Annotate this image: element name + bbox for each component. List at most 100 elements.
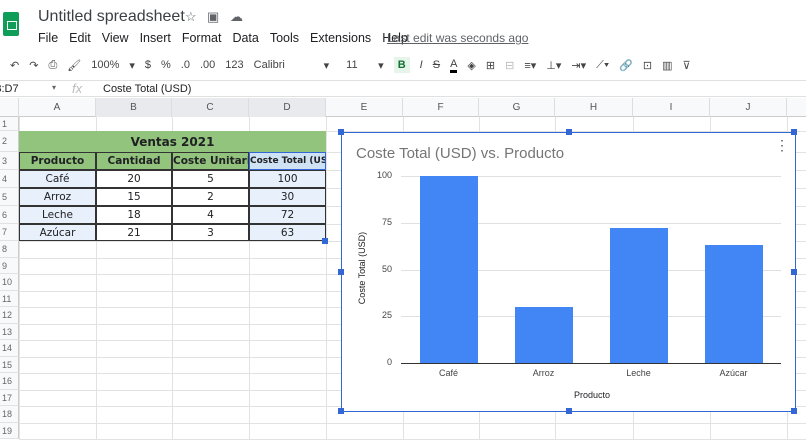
sheets-logo[interactable] — [3, 12, 19, 36]
resize-handle[interactable] — [338, 129, 344, 135]
row-header-1[interactable]: 1 — [0, 117, 19, 131]
column-header-E[interactable]: E — [326, 98, 403, 117]
column-header-H[interactable]: H — [555, 98, 633, 117]
bar-chart[interactable]: Coste Total (USD) vs. Producto ⋮ Coste T… — [338, 129, 797, 414]
resize-handle[interactable] — [791, 269, 797, 275]
row-header-11[interactable]: 11 — [0, 290, 19, 307]
menu-insert[interactable]: Insert — [140, 31, 171, 45]
percent-button[interactable]: % — [161, 59, 171, 71]
selection-handle[interactable] — [322, 238, 328, 244]
row-header-8[interactable]: 8 — [0, 241, 19, 258]
paint-format-icon[interactable]: 🖌 — [67, 59, 81, 72]
table-cell[interactable]: 21 — [96, 224, 172, 241]
table-cell[interactable]: 15 — [96, 188, 172, 206]
row-header-6[interactable]: 6 — [0, 206, 19, 224]
row-header-13[interactable]: 13 — [0, 323, 19, 340]
header-cell[interactable]: Coste Total (USD) — [249, 152, 326, 170]
table-cell[interactable]: 4 — [172, 206, 249, 224]
header-cell[interactable]: Producto — [19, 152, 96, 170]
row-header-10[interactable]: 10 — [0, 274, 19, 291]
more-options-icon[interactable]: ⋮ — [775, 137, 789, 154]
move-folder-icon[interactable]: ▣ — [207, 9, 219, 25]
text-wrap-icon[interactable]: ⇥▾ — [571, 59, 586, 72]
resize-handle[interactable] — [338, 269, 344, 275]
row-header-17[interactable]: 17 — [0, 389, 19, 406]
more-formats-button[interactable]: 123 — [225, 59, 243, 71]
select-all-corner[interactable] — [0, 98, 19, 117]
row-header-9[interactable]: 9 — [0, 257, 19, 274]
table-cell[interactable]: Arroz — [19, 188, 96, 206]
column-header-G[interactable]: G — [479, 98, 555, 117]
header-cell[interactable]: Coste Unitario (USD) — [172, 152, 249, 170]
menu-extensions[interactable]: Extensions — [310, 31, 371, 45]
row-header-16[interactable]: 16 — [0, 373, 19, 390]
chart-icon[interactable]: ▥ — [662, 59, 672, 72]
bold-button[interactable]: B — [393, 57, 410, 73]
table-cell[interactable]: Azúcar — [19, 224, 96, 241]
resize-handle[interactable] — [566, 408, 572, 414]
merge-cells-icon[interactable]: ⊟ — [505, 59, 514, 72]
resize-handle[interactable] — [338, 408, 344, 414]
table-cell[interactable]: 5 — [172, 170, 249, 188]
resize-handle[interactable] — [791, 129, 797, 135]
zoom-select[interactable]: 100% — [91, 59, 119, 71]
undo-icon[interactable]: ↶ — [10, 59, 19, 72]
row-header-14[interactable]: 14 — [0, 340, 19, 357]
borders-icon[interactable]: ⊞ — [486, 59, 495, 72]
column-header-F[interactable]: F — [403, 98, 479, 117]
decrease-decimal-button[interactable]: .0 — [181, 59, 190, 71]
increase-decimal-button[interactable]: .00 — [200, 59, 215, 71]
bar-arroz[interactable] — [514, 306, 573, 363]
table-cell[interactable]: 72 — [249, 206, 326, 224]
fill-color-icon[interactable]: ◈ — [467, 59, 475, 72]
link-icon[interactable]: 🔗 — [619, 59, 633, 72]
row-header-15[interactable]: 15 — [0, 356, 19, 373]
font-select[interactable]: Calibri — [254, 59, 314, 71]
column-header-I[interactable]: I — [633, 98, 710, 117]
column-header-J[interactable]: J — [710, 98, 787, 117]
bar-azúcar[interactable] — [704, 245, 763, 363]
currency-button[interactable]: $ — [145, 59, 151, 71]
table-cell[interactable]: 100 — [249, 170, 326, 188]
table-cell[interactable]: Café — [19, 170, 96, 188]
row-header-7[interactable]: 7 — [0, 224, 19, 241]
align-icon[interactable]: ≡▾ — [524, 59, 536, 72]
row-header-3[interactable]: 3 — [0, 152, 19, 170]
table-cell[interactable]: Leche — [19, 206, 96, 224]
row-header-19[interactable]: 19 — [0, 422, 19, 439]
row-header-18[interactable]: 18 — [0, 406, 19, 423]
column-header-C[interactable]: C — [172, 98, 249, 117]
filter-icon[interactable]: ⊽ — [683, 59, 691, 72]
chevron-down-icon[interactable]: ▾ — [52, 83, 56, 92]
vertical-align-icon[interactable]: ⊥▾ — [546, 59, 561, 72]
table-cell[interactable]: 30 — [249, 188, 326, 206]
row-header-2[interactable]: 2 — [0, 131, 19, 152]
menu-view[interactable]: View — [102, 31, 129, 45]
resize-handle[interactable] — [791, 408, 797, 414]
document-title[interactable]: Untitled spreadsheet — [38, 8, 185, 26]
table-cell[interactable]: 3 — [172, 224, 249, 241]
name-box[interactable]: B3:D7 — [0, 83, 19, 95]
table-cell[interactable]: 18 — [96, 206, 172, 224]
table-cell[interactable]: 63 — [249, 224, 326, 241]
text-rotate-icon[interactable]: ⟋▾ — [596, 59, 609, 72]
menu-file[interactable]: File — [38, 31, 58, 45]
comment-icon[interactable]: ⊡ — [643, 59, 652, 72]
row-header-5[interactable]: 5 — [0, 188, 19, 206]
column-header-D[interactable]: D — [249, 98, 326, 117]
column-header-B[interactable]: B — [96, 98, 172, 117]
last-edit-link[interactable]: Last edit was seconds ago — [387, 31, 528, 45]
row-header-4[interactable]: 4 — [0, 170, 19, 188]
header-cell[interactable]: Cantidad — [96, 152, 172, 170]
resize-handle[interactable] — [566, 129, 572, 135]
font-size-select[interactable]: 11 — [346, 59, 368, 71]
menu-data[interactable]: Data — [232, 31, 258, 45]
text-color-button[interactable]: A — [450, 58, 458, 73]
table-title[interactable]: Ventas 2021 — [19, 131, 326, 152]
menu-format[interactable]: Format — [182, 31, 222, 45]
star-icon[interactable]: ☆ — [185, 9, 197, 25]
bar-leche[interactable] — [609, 228, 668, 363]
menu-edit[interactable]: Edit — [69, 31, 91, 45]
formula-input[interactable]: Coste Total (USD) — [103, 83, 191, 95]
table-cell[interactable]: 2 — [172, 188, 249, 206]
